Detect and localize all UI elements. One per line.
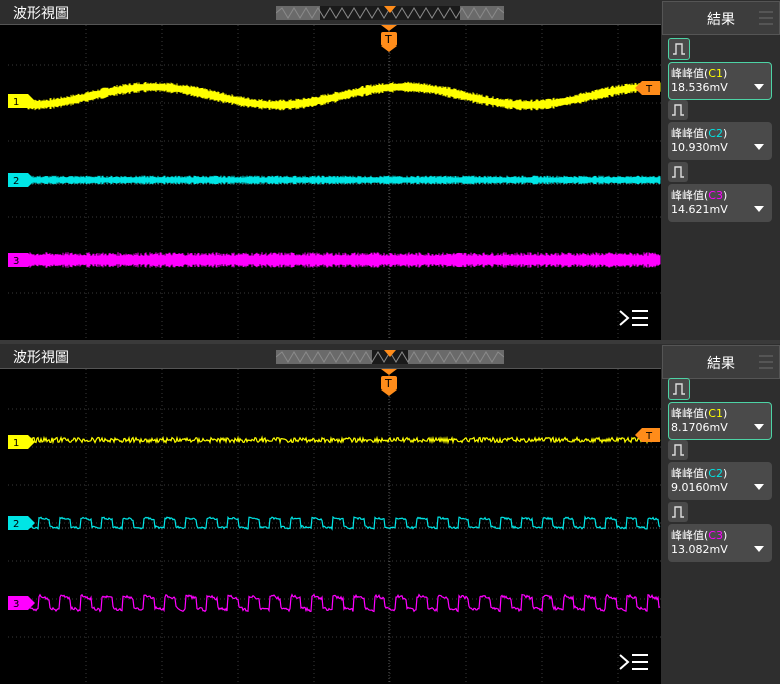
trigger-level-marker: T: [635, 428, 660, 442]
svg-text:2: 2: [13, 176, 19, 187]
measurement-label: 峰峰值(C3): [671, 189, 728, 202]
channel-tag-c1: C1: [708, 407, 723, 420]
svg-text:T: T: [645, 431, 653, 442]
waveform-screen[interactable]: 1 2 3 T T: [8, 25, 661, 339]
waveform-view-header: 波形視圖: [0, 344, 661, 369]
memory-overview-bar[interactable]: [276, 350, 504, 364]
channel-marker-2: 2: [8, 516, 35, 530]
waveform-view[interactable]: 波形視圖 1 2 3 T T: [0, 0, 661, 340]
ch3-trace: [27, 593, 661, 613]
channel-marker-2: 2: [8, 173, 35, 187]
svg-text:T: T: [645, 84, 653, 95]
pulse-icon: [668, 162, 688, 182]
measurement-value: 18.536mV: [671, 81, 728, 94]
measurement-value: 8.1706mV: [671, 421, 728, 434]
measurement-card-c2[interactable]: 峰峰值(C2) 9.0160mV: [668, 440, 772, 500]
scope-panel-bottom: 波形視圖 1 2 3 T T 結果 峰峰值(C1) 8.1706mV 峰峰值(C2) 9…: [0, 344, 780, 684]
channel-tag-c1: C1: [708, 67, 723, 80]
ch1-trace: [27, 81, 661, 111]
measurement-label: 峰峰值(C1): [671, 407, 728, 420]
measurement-card-c2[interactable]: 峰峰值(C2) 10.930mV: [668, 100, 772, 160]
dropdown-caret-icon[interactable]: [754, 546, 764, 552]
measurement-value: 9.0160mV: [671, 481, 728, 494]
pulse-icon: [668, 502, 688, 522]
pulse-icon: [668, 378, 690, 400]
scope-panel-top: 波形視圖 1 2 3 T T 結果 峰峰值(C1) 18.536mV 峰峰值(C2) 1…: [0, 0, 780, 340]
dropdown-caret-icon[interactable]: [754, 144, 764, 150]
results-header[interactable]: 結果: [662, 345, 780, 379]
dropdown-caret-icon[interactable]: [754, 424, 764, 430]
memory-overview-bar[interactable]: [276, 6, 504, 20]
waveform-view-header: 波形視圖: [0, 0, 661, 25]
svg-text:3: 3: [13, 256, 19, 267]
pulse-icon: [668, 440, 688, 460]
pulse-icon: [668, 100, 688, 120]
channel-tag-c3: C3: [708, 529, 723, 542]
results-sidebar: 結果 峰峰值(C1) 8.1706mV 峰峰值(C2) 9.0160mV 峰峰值…: [661, 344, 780, 684]
channel-tag-c2: C2: [708, 467, 723, 480]
channel-tag-c2: C2: [708, 127, 723, 140]
trigger-marker-top: T: [381, 369, 397, 396]
measurement-label: 峰峰值(C1): [671, 67, 728, 80]
menu-icon[interactable]: [759, 11, 773, 25]
svg-text:3: 3: [13, 599, 19, 610]
waveform-screen[interactable]: 1 2 3 T T: [8, 369, 661, 683]
waveform-view[interactable]: 波形視圖 1 2 3 T T: [0, 344, 661, 684]
svg-text:1: 1: [13, 97, 19, 108]
channel-marker-1: 1: [8, 435, 35, 449]
dropdown-caret-icon[interactable]: [754, 484, 764, 490]
measurement-card-c1[interactable]: 峰峰值(C1) 8.1706mV: [668, 378, 772, 440]
results-sidebar: 結果 峰峰值(C1) 18.536mV 峰峰值(C2) 10.930mV 峰峰值…: [661, 0, 780, 340]
measurement-card-c3[interactable]: 峰峰值(C3) 14.621mV: [668, 162, 772, 222]
dropdown-caret-icon[interactable]: [754, 206, 764, 212]
collapse-menu-icon[interactable]: [619, 310, 648, 326]
results-header[interactable]: 結果: [662, 1, 780, 35]
waveform-view-title: 波形視圖: [13, 350, 69, 366]
measurement-card-c1[interactable]: 峰峰值(C1) 18.536mV: [668, 38, 772, 100]
waveform-view-title: 波形視圖: [13, 6, 69, 22]
svg-text:1: 1: [13, 438, 19, 449]
ch1-trace: [27, 435, 661, 445]
measurement-label: 峰峰值(C2): [671, 127, 728, 140]
svg-text:T: T: [384, 377, 392, 390]
ch2-trace: [27, 175, 661, 185]
ch2-trace: [27, 515, 661, 531]
trigger-marker-top: T: [381, 25, 397, 52]
measurement-value: 14.621mV: [671, 203, 728, 216]
trigger-position-marker: [384, 350, 396, 357]
dropdown-caret-icon[interactable]: [754, 84, 764, 90]
trigger-position-marker: [384, 6, 396, 13]
menu-icon[interactable]: [759, 355, 773, 369]
channel-tag-c3: C3: [708, 189, 723, 202]
measurement-value: 13.082mV: [671, 543, 728, 556]
collapse-menu-icon[interactable]: [619, 654, 648, 670]
svg-text:T: T: [384, 33, 392, 46]
svg-text:2: 2: [13, 519, 19, 530]
measurement-value: 10.930mV: [671, 141, 728, 154]
measurement-label: 峰峰值(C2): [671, 467, 728, 480]
pulse-icon: [668, 38, 690, 60]
measurement-label: 峰峰值(C3): [671, 529, 728, 542]
measurement-card-c3[interactable]: 峰峰值(C3) 13.082mV: [668, 502, 772, 562]
